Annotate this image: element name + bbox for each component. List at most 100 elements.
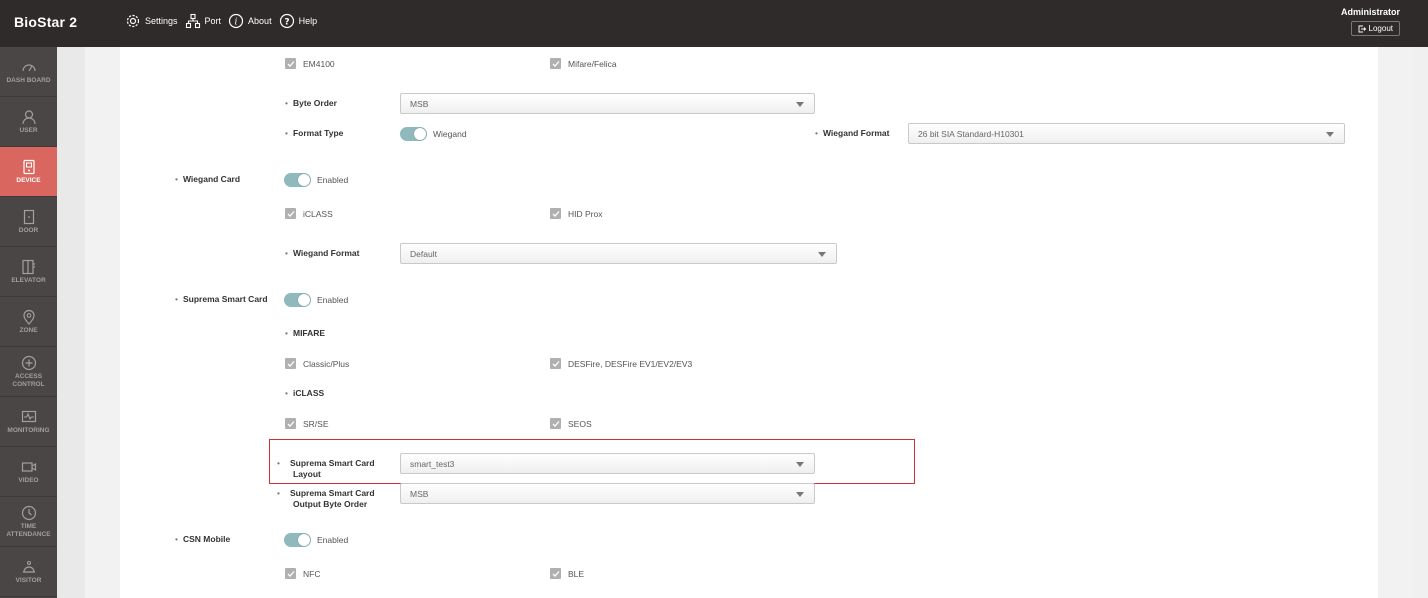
suprema-smart-card-label: • Suprema Smart Card bbox=[175, 294, 268, 304]
svg-text:?: ? bbox=[284, 18, 289, 28]
about-label: About bbox=[248, 16, 272, 26]
device-icon bbox=[22, 159, 35, 174]
check-icon bbox=[552, 210, 559, 217]
access-control-icon bbox=[21, 355, 36, 370]
iclass-checkbox[interactable]: iCLASS bbox=[285, 208, 333, 219]
toggle-knob bbox=[414, 128, 426, 140]
svg-text:i: i bbox=[235, 18, 238, 28]
check-icon bbox=[552, 360, 559, 367]
nfc-checkbox[interactable]: NFC bbox=[285, 568, 320, 579]
checkbox-label: NFC bbox=[303, 568, 321, 579]
csn-mobile-toggle[interactable]: Enabled bbox=[284, 533, 348, 547]
sidebar-gutter bbox=[57, 47, 85, 598]
checkbox-box bbox=[285, 568, 296, 579]
sidebar-item-label: ELEVATOR bbox=[11, 276, 46, 284]
wiegand-format-label: • Wiegand Format bbox=[285, 248, 360, 258]
user-name[interactable]: Administrator bbox=[1341, 7, 1400, 17]
logout-icon bbox=[1358, 25, 1366, 32]
byte-order-value: MSB bbox=[410, 98, 429, 109]
sidebar-item-device[interactable]: DEVICE bbox=[0, 147, 57, 197]
ble-checkbox[interactable]: BLE bbox=[550, 568, 584, 579]
logout-label: Logout bbox=[1368, 24, 1393, 33]
wiegand-format-text: Wiegand Format bbox=[292, 248, 360, 258]
top-bar: BioStar 2 Settings Port i About ? Help A… bbox=[0, 0, 1428, 47]
csn-wiegand-format-text: Wiegand Format bbox=[822, 128, 890, 138]
help-link[interactable]: ? Help bbox=[279, 13, 317, 29]
desfire-checkbox[interactable]: DESFire, DESFire EV1/EV2/EV3 bbox=[550, 358, 692, 369]
settings-label: Settings bbox=[145, 16, 178, 26]
chevron-down-icon bbox=[796, 102, 804, 107]
checkbox-label: DESFire, DESFire EV1/EV2/EV3 bbox=[568, 358, 693, 369]
checkbox-label: EM4100 bbox=[303, 58, 335, 69]
toggle-track bbox=[284, 173, 311, 187]
mifare-felica-checkbox[interactable]: Mifare/Felica bbox=[550, 58, 617, 69]
checkbox-box bbox=[285, 58, 296, 69]
door-icon bbox=[23, 209, 34, 224]
checkbox-label: SEOS bbox=[568, 418, 592, 429]
checkbox-box bbox=[285, 418, 296, 429]
format-type-value: Wiegand bbox=[433, 129, 467, 139]
seos-checkbox[interactable]: SEOS bbox=[550, 418, 592, 429]
check-icon bbox=[287, 360, 294, 367]
toggle-knob bbox=[298, 174, 310, 186]
info-icon: i bbox=[228, 13, 244, 29]
check-icon bbox=[552, 570, 559, 577]
sidebar-item-video[interactable]: VIDEO bbox=[0, 447, 57, 497]
output-byte-order-select[interactable]: MSB bbox=[400, 483, 815, 504]
toggle-track bbox=[400, 127, 427, 141]
sr-se-checkbox[interactable]: SR/SE bbox=[285, 418, 329, 429]
settings-link[interactable]: Settings bbox=[125, 13, 178, 29]
sidebar-item-monitoring[interactable]: MONITORING bbox=[0, 397, 57, 447]
sidebar-item-time-attendance[interactable]: TIME ATTENDANCE bbox=[0, 497, 57, 547]
sidebar-item-elevator[interactable]: ELEVATOR bbox=[0, 247, 57, 297]
toggle-label: Enabled bbox=[317, 535, 349, 545]
wiegand-format-select[interactable]: Default bbox=[400, 243, 837, 264]
sidebar-item-zone[interactable]: ZONE bbox=[0, 297, 57, 347]
user-box: Administrator Logout bbox=[1341, 7, 1400, 38]
checkbox-box bbox=[550, 568, 561, 579]
sidebar-item-door[interactable]: DOOR bbox=[0, 197, 57, 247]
check-icon bbox=[287, 420, 294, 427]
port-link[interactable]: Port bbox=[185, 13, 221, 29]
sidebar-item-access-control[interactable]: ACCESS CONTROL bbox=[0, 347, 57, 397]
byte-order-select[interactable]: MSB bbox=[400, 93, 815, 114]
sidebar-item-visitor[interactable]: VISITOR bbox=[0, 547, 57, 597]
byte-order-label: • Byte Order bbox=[285, 98, 337, 108]
classic-plus-checkbox[interactable]: Classic/Plus bbox=[285, 358, 349, 369]
checkbox-label: HID Prox bbox=[568, 208, 603, 219]
byte-order-text: Byte Order bbox=[292, 98, 337, 108]
checkbox-box bbox=[550, 418, 561, 429]
format-type-toggle[interactable]: Wiegand bbox=[400, 127, 467, 141]
about-link[interactable]: i About bbox=[228, 13, 272, 29]
sidebar-item-label: DASH BOARD bbox=[6, 76, 51, 84]
suprema-smart-card-toggle[interactable]: Enabled bbox=[284, 293, 348, 307]
wiegand-card-toggle[interactable]: Enabled bbox=[284, 173, 348, 187]
wiegand-card-label: • Wiegand Card bbox=[175, 174, 241, 184]
checkbox-label: Mifare/Felica bbox=[568, 58, 617, 69]
video-icon bbox=[21, 461, 36, 472]
scrollbar-track[interactable] bbox=[1412, 47, 1428, 598]
csn-wiegand-format-value: 26 bit SIA Standard-H10301 bbox=[918, 128, 1024, 139]
monitoring-icon bbox=[21, 410, 36, 422]
network-icon bbox=[185, 13, 200, 29]
hid-prox-checkbox[interactable]: HID Prox bbox=[550, 208, 602, 219]
sidebar-item-label: MONITORING bbox=[7, 426, 50, 434]
logout-button[interactable]: Logout bbox=[1350, 21, 1400, 36]
top-nav: Settings Port i About ? Help bbox=[125, 13, 324, 29]
sidebar-item-user[interactable]: USER bbox=[0, 97, 57, 147]
sidebar-item-label: DEVICE bbox=[16, 176, 41, 184]
em4100-checkbox[interactable]: EM4100 bbox=[285, 58, 335, 69]
checkbox-label: iCLASS bbox=[303, 208, 333, 219]
mifare-heading: • MIFARE bbox=[285, 328, 326, 338]
iclass-heading-text: iCLASS bbox=[292, 388, 325, 398]
mifare-heading-text: MIFARE bbox=[292, 328, 326, 338]
app-title[interactable]: BioStar 2 bbox=[14, 14, 77, 30]
output-byte-order-value: MSB bbox=[410, 488, 429, 499]
help-icon: ? bbox=[279, 13, 294, 29]
csn-wiegand-format-select[interactable]: 26 bit SIA Standard-H10301 bbox=[908, 123, 1345, 144]
sidebar: DASH BOARD USER DEVICE DOOR ELEVATOR ZON… bbox=[0, 47, 57, 598]
checkbox-label: Classic/Plus bbox=[303, 358, 350, 369]
gear-icon bbox=[126, 14, 140, 28]
sidebar-item-dashboard[interactable]: DASH BOARD bbox=[0, 47, 57, 97]
sidebar-item-label: ACCESS CONTROL bbox=[12, 372, 45, 388]
